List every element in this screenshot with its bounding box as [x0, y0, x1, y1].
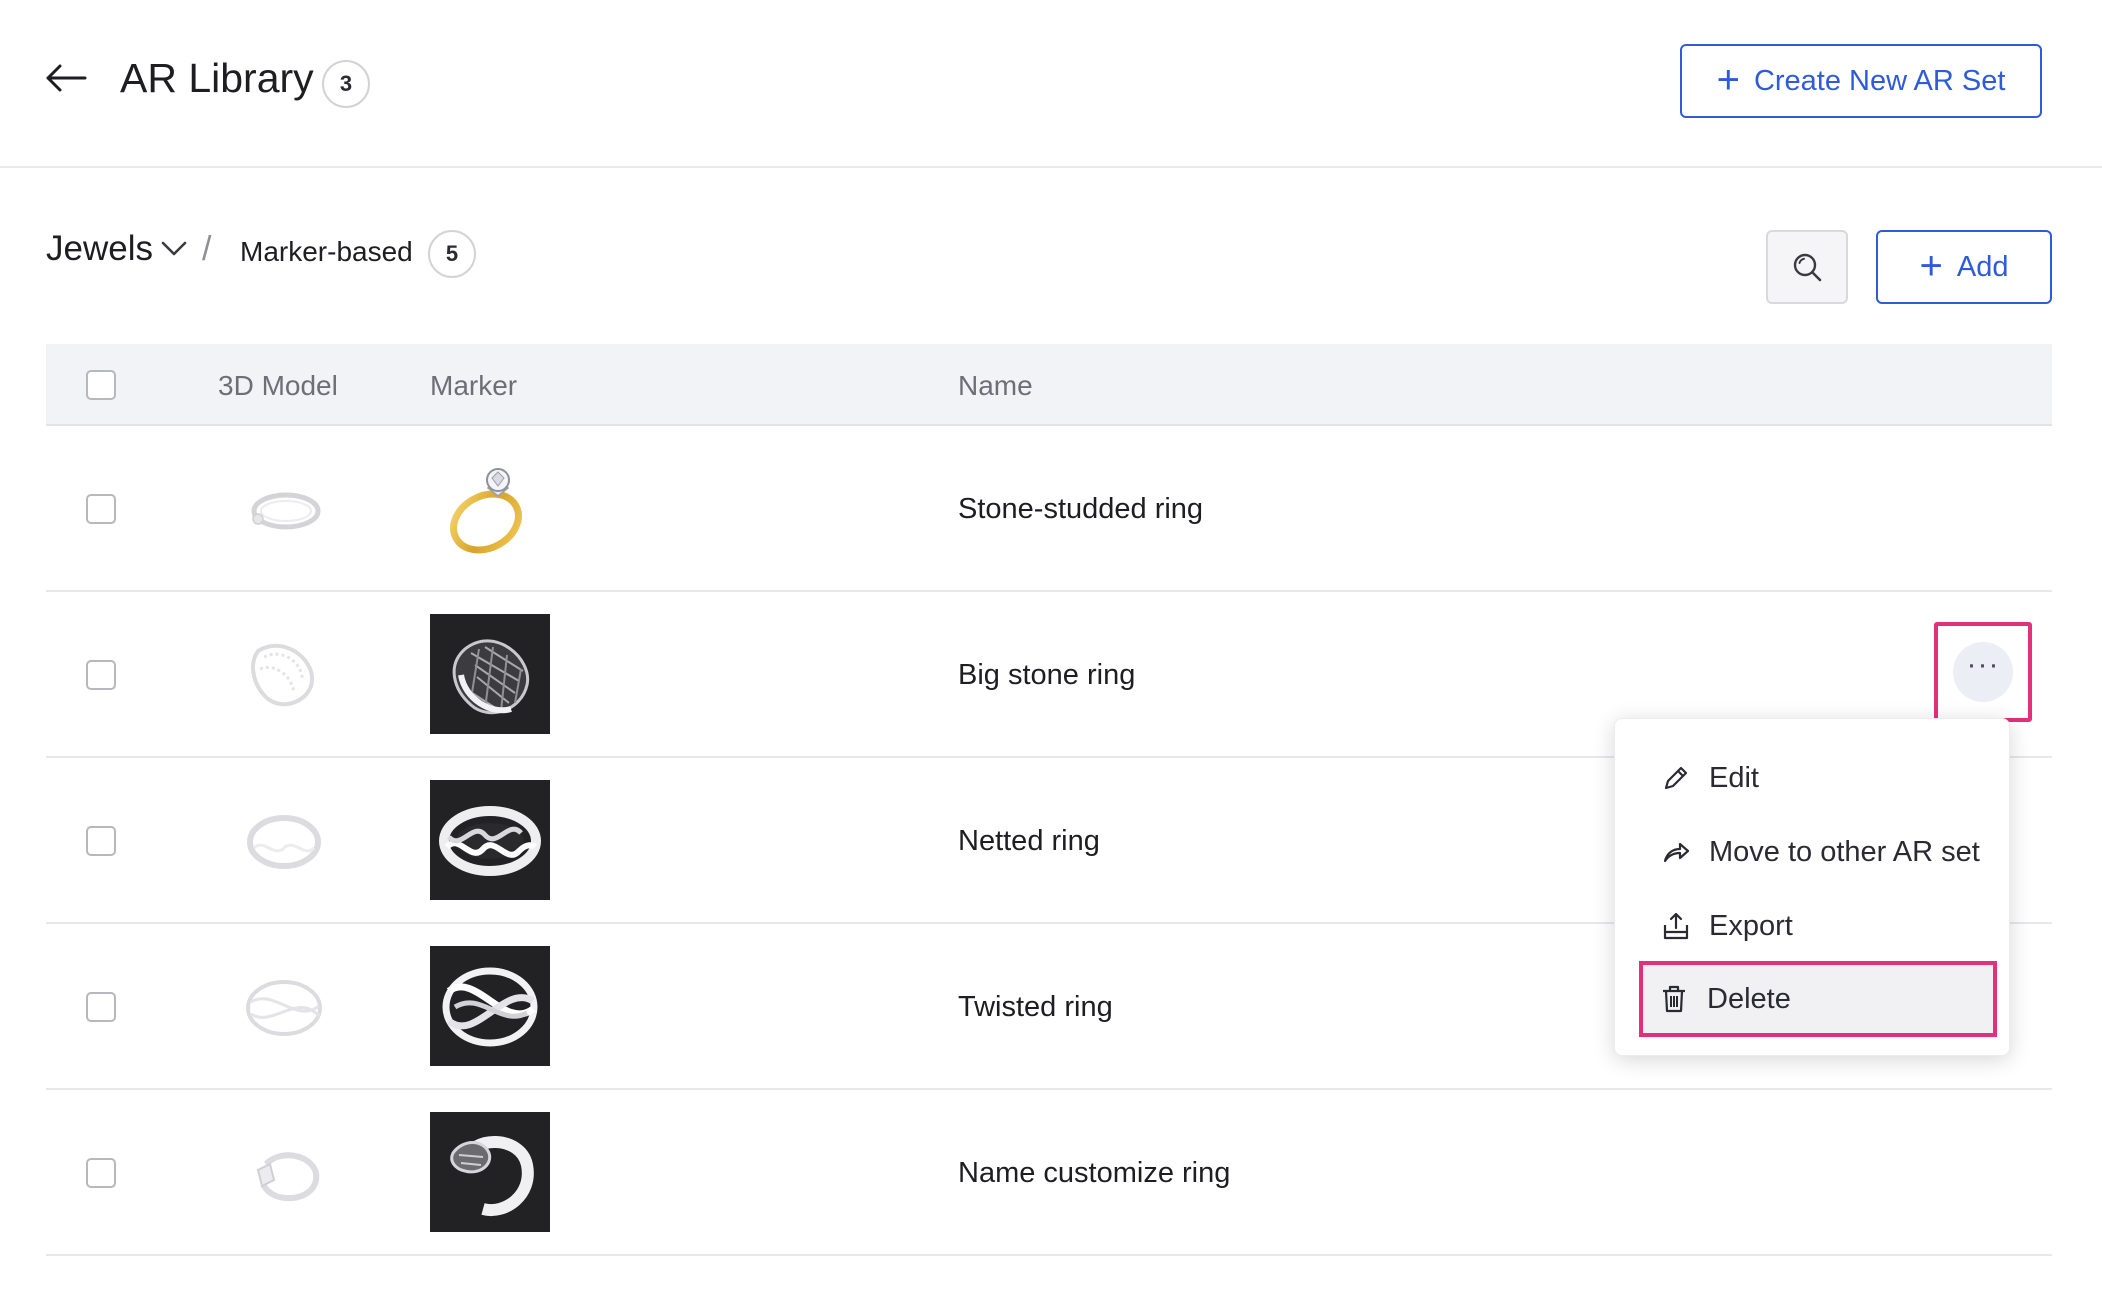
search-icon: [1793, 253, 1822, 282]
marker-image: [430, 780, 550, 900]
model-thumbnail: [232, 468, 336, 550]
row-checkbox[interactable]: [86, 826, 116, 856]
menu-item-label: Edit: [1709, 761, 1759, 794]
export-icon: [1663, 912, 1689, 940]
model-thumbnail: [232, 1132, 336, 1214]
menu-item-delete[interactable]: Delete: [1639, 961, 1997, 1037]
select-all-checkbox[interactable]: [86, 370, 116, 400]
add-button-label: Add: [1956, 250, 2009, 283]
share-arrow-icon: [1663, 842, 1690, 863]
row-checkbox[interactable]: [86, 494, 116, 524]
table-header: 3D Model Marker Name: [46, 344, 2052, 426]
back-button[interactable]: [44, 52, 88, 104]
menu-item-label: Export: [1709, 909, 1793, 942]
marker-image: [430, 946, 550, 1066]
menu-item-export[interactable]: Export: [1641, 895, 1985, 957]
item-name: Stone-studded ring: [958, 493, 1204, 525]
column-header-name: Name: [958, 370, 1033, 401]
item-name: Netted ring: [958, 825, 1100, 857]
name-customize-ring-image: [450, 1136, 534, 1217]
netted-ring-image: [439, 806, 541, 876]
more-options-button[interactable]: ···: [1953, 642, 2013, 702]
arrow-left-icon: [46, 64, 87, 92]
breadcrumb-type: Marker-based: [240, 236, 413, 267]
ring-model-icon: [246, 980, 322, 1036]
marker-image: [430, 614, 550, 734]
ring-model-icon: [247, 815, 321, 869]
ar-set-count-badge: 3: [322, 60, 370, 108]
plus-icon: +: [1716, 57, 1740, 102]
model-thumbnail: [232, 800, 336, 882]
menu-item-label: Move to other AR set: [1709, 835, 1980, 868]
marker-image: [430, 1112, 550, 1232]
chevron-down-icon[interactable]: [160, 238, 188, 260]
menu-item-label: Delete: [1707, 982, 1791, 1015]
column-header-marker: Marker: [430, 370, 518, 401]
big-stone-ring-image: [452, 639, 530, 715]
model-thumbnail: [232, 966, 336, 1048]
row-context-menu: Edit Move to other AR set Export Delete: [1614, 718, 2010, 1056]
row-checkbox[interactable]: [86, 1158, 116, 1188]
gold-ring-image: [450, 468, 522, 554]
add-button[interactable]: + Add: [1876, 230, 2052, 304]
top-bar: AR Library 3 + Create New AR Set: [0, 0, 2102, 168]
ring-model-icon: [256, 1152, 320, 1201]
ring-model-icon: [251, 492, 321, 530]
menu-item-edit[interactable]: Edit: [1641, 747, 1985, 809]
item-name: Name customize ring: [958, 1157, 1231, 1189]
item-name: Twisted ring: [958, 991, 1113, 1023]
item-count-badge: 5: [428, 230, 476, 278]
create-button-label: Create New AR Set: [1753, 64, 2006, 97]
breadcrumb-ar-set[interactable]: Jewels: [46, 224, 153, 274]
ring-model-icon: [251, 643, 315, 707]
marker-image: [430, 448, 550, 568]
row-actions-highlight: ···: [1934, 622, 2032, 722]
row-checkbox[interactable]: [86, 660, 116, 690]
table-row[interactable]: Name customize ring: [46, 1090, 2052, 1256]
model-thumbnail: [232, 634, 336, 716]
column-header-3d-model: 3D Model: [218, 370, 338, 401]
trash-icon: [1663, 985, 1685, 1013]
breadcrumb-separator: /: [202, 230, 212, 268]
row-checkbox[interactable]: [86, 992, 116, 1022]
item-name: Big stone ring: [958, 659, 1136, 691]
twisted-ring-image: [442, 967, 538, 1047]
pencil-icon: [1664, 766, 1688, 790]
table-row[interactable]: Stone-studded ring: [46, 426, 2052, 592]
create-new-ar-set-button[interactable]: + Create New AR Set: [1680, 44, 2042, 118]
plus-icon: +: [1919, 243, 1943, 288]
page-title: AR Library: [120, 55, 314, 101]
search-button[interactable]: [1766, 230, 1848, 304]
menu-item-move[interactable]: Move to other AR set: [1641, 821, 1985, 883]
